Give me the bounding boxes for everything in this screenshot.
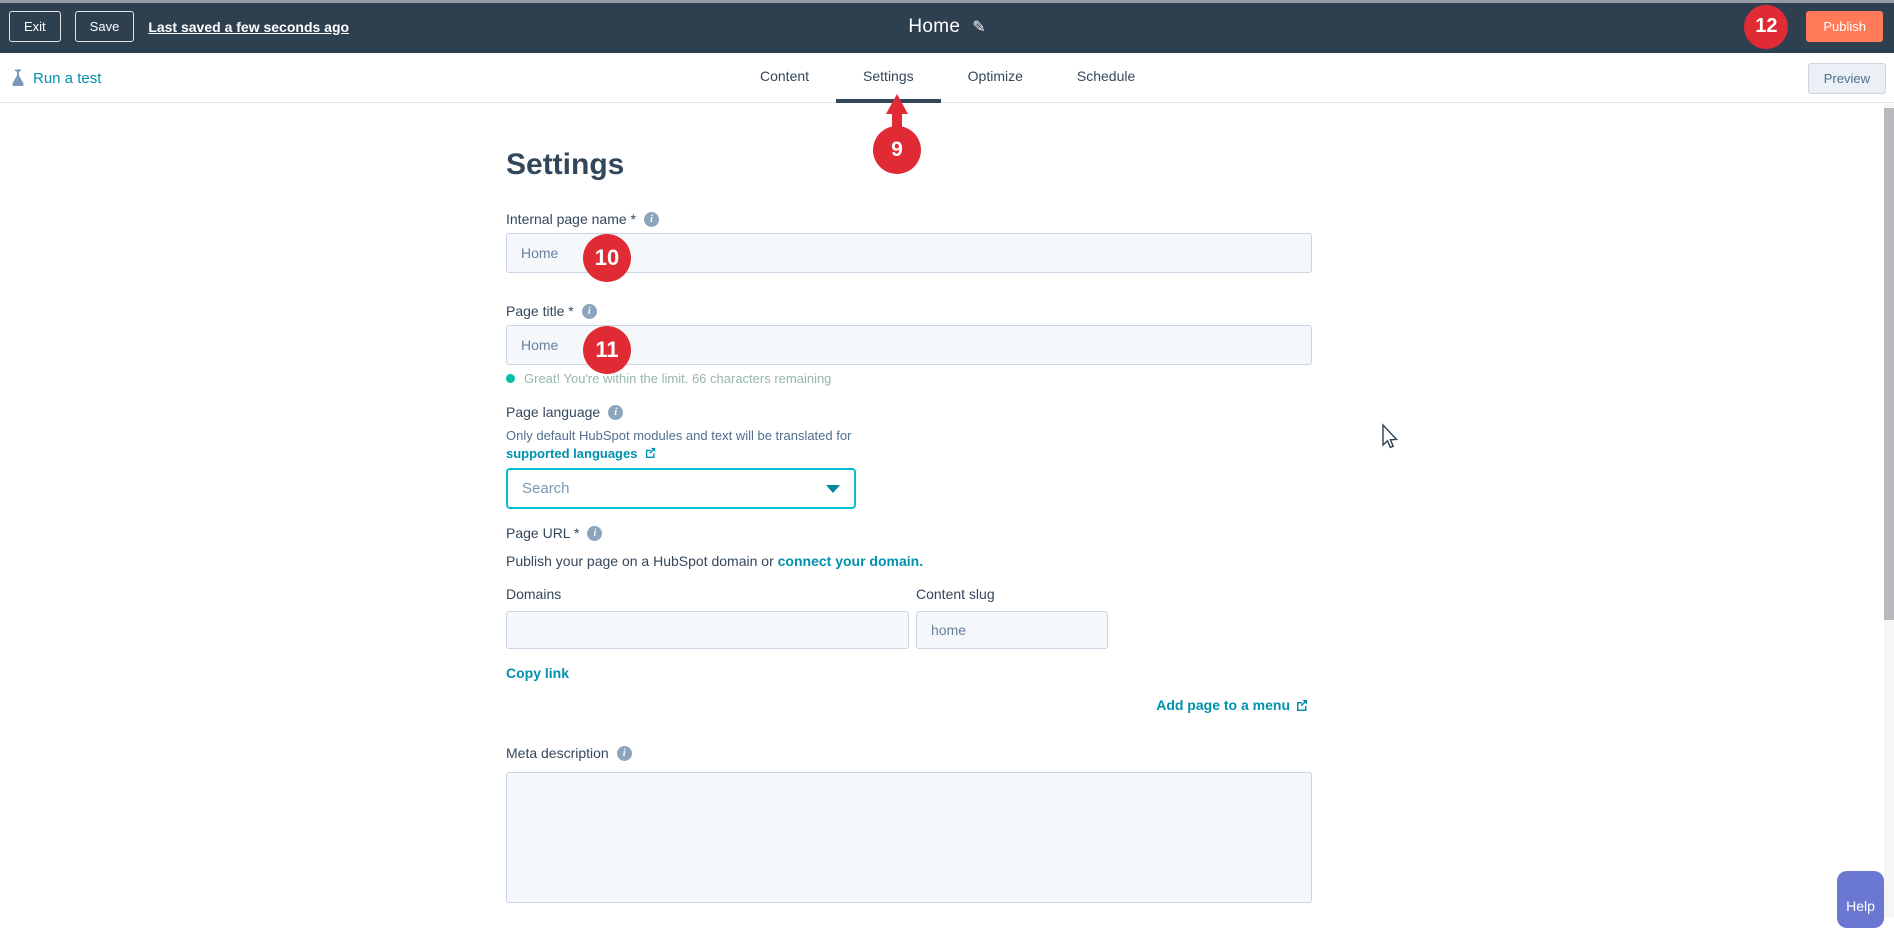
- editor-subnav: Run a test Content Settings Optimize Sch…: [0, 53, 1894, 103]
- add-page-to-menu-link[interactable]: Add page to a menu: [1156, 697, 1290, 713]
- mouse-cursor: [1376, 422, 1402, 452]
- help-button[interactable]: Help: [1837, 871, 1884, 928]
- page-url-description-text: Publish your page on a HubSpot domain or: [506, 553, 774, 569]
- save-button[interactable]: Save: [75, 11, 135, 42]
- domains-input[interactable]: [506, 611, 909, 649]
- content-slug-label: Content slug: [916, 586, 995, 602]
- page-title-group: Home ✎: [908, 0, 985, 53]
- meta-description-label: Meta description: [506, 745, 609, 761]
- copy-link[interactable]: Copy link: [506, 665, 569, 681]
- page-url-description: Publish your page on a HubSpot domain or…: [506, 553, 923, 569]
- preview-button[interactable]: Preview: [1808, 63, 1886, 94]
- flask-icon: [10, 69, 26, 87]
- page-language-label-row: Page language i: [506, 404, 623, 420]
- window-top-edge: [0, 0, 1894, 3]
- hubspot-page-editor: { "topbar": { "exit_label": "Exit", "sav…: [0, 0, 1894, 918]
- tab-schedule[interactable]: Schedule: [1050, 53, 1162, 103]
- run-a-test-label: Run a test: [33, 70, 101, 87]
- page-language-help-text: Only default HubSpot modules and text wi…: [506, 428, 851, 443]
- meta-description-textarea[interactable]: [506, 772, 1312, 903]
- supported-languages-row: supported languages: [506, 446, 656, 461]
- topbar-left-group: Exit Save Last saved a few seconds ago: [0, 11, 349, 42]
- internal-page-name-label-row: Internal page name * i: [506, 211, 659, 227]
- external-link-icon: [1296, 699, 1308, 711]
- publish-button[interactable]: Publish: [1806, 11, 1883, 42]
- settings-heading: Settings: [506, 148, 624, 182]
- add-page-to-menu-row: Add page to a menu: [1156, 697, 1308, 713]
- page-language-label: Page language: [506, 404, 600, 420]
- domains-label: Domains: [506, 586, 561, 602]
- scrollbar-track[interactable]: [1884, 104, 1894, 918]
- run-a-test-link[interactable]: Run a test: [10, 53, 101, 103]
- info-icon[interactable]: i: [608, 405, 623, 420]
- scrollbar-thumb[interactable]: [1884, 108, 1894, 620]
- tab-bar: Content Settings Optimize Schedule: [733, 53, 1162, 103]
- page-url-label-row: Page URL * i: [506, 525, 602, 541]
- exit-button[interactable]: Exit: [9, 11, 61, 42]
- info-icon[interactable]: i: [617, 746, 632, 761]
- page-language-select[interactable]: Search: [506, 468, 856, 509]
- annotation-badge-12: 12: [1744, 5, 1788, 49]
- supported-languages-link[interactable]: supported languages: [506, 446, 637, 461]
- page-title-label: Page title *: [506, 303, 574, 319]
- content-slug-input[interactable]: [916, 611, 1108, 649]
- page-title-label-row: Page title * i: [506, 303, 597, 319]
- connect-your-domain-link[interactable]: connect your domain.: [778, 553, 923, 569]
- success-dot-icon: [506, 374, 515, 383]
- meta-description-label-row: Meta description i: [506, 745, 632, 761]
- internal-page-name-label: Internal page name *: [506, 211, 636, 227]
- top-action-bar: Exit Save Last saved a few seconds ago H…: [0, 0, 1894, 53]
- chevron-down-icon: [826, 485, 840, 493]
- info-icon[interactable]: i: [582, 304, 597, 319]
- annotation-badge-9: 9: [873, 126, 921, 174]
- info-icon[interactable]: i: [587, 526, 602, 541]
- info-icon[interactable]: i: [644, 212, 659, 227]
- last-saved-link[interactable]: Last saved a few seconds ago: [148, 19, 349, 35]
- title-validation-message: Great! You're within the limit. 66 chara…: [524, 371, 831, 386]
- title-validation-row: Great! You're within the limit. 66 chara…: [506, 371, 831, 386]
- topbar-right-group: 12 Publish: [1744, 0, 1883, 53]
- tab-optimize[interactable]: Optimize: [941, 53, 1050, 103]
- pencil-icon[interactable]: ✎: [972, 17, 985, 37]
- page-title: Home: [908, 16, 960, 38]
- page-language-select-value: Search: [522, 480, 826, 497]
- page-url-label: Page URL *: [506, 525, 579, 541]
- tab-content[interactable]: Content: [733, 53, 836, 103]
- external-link-icon: [645, 447, 656, 458]
- annotation-badge-11: 11: [583, 326, 631, 374]
- annotation-badge-10: 10: [583, 234, 631, 282]
